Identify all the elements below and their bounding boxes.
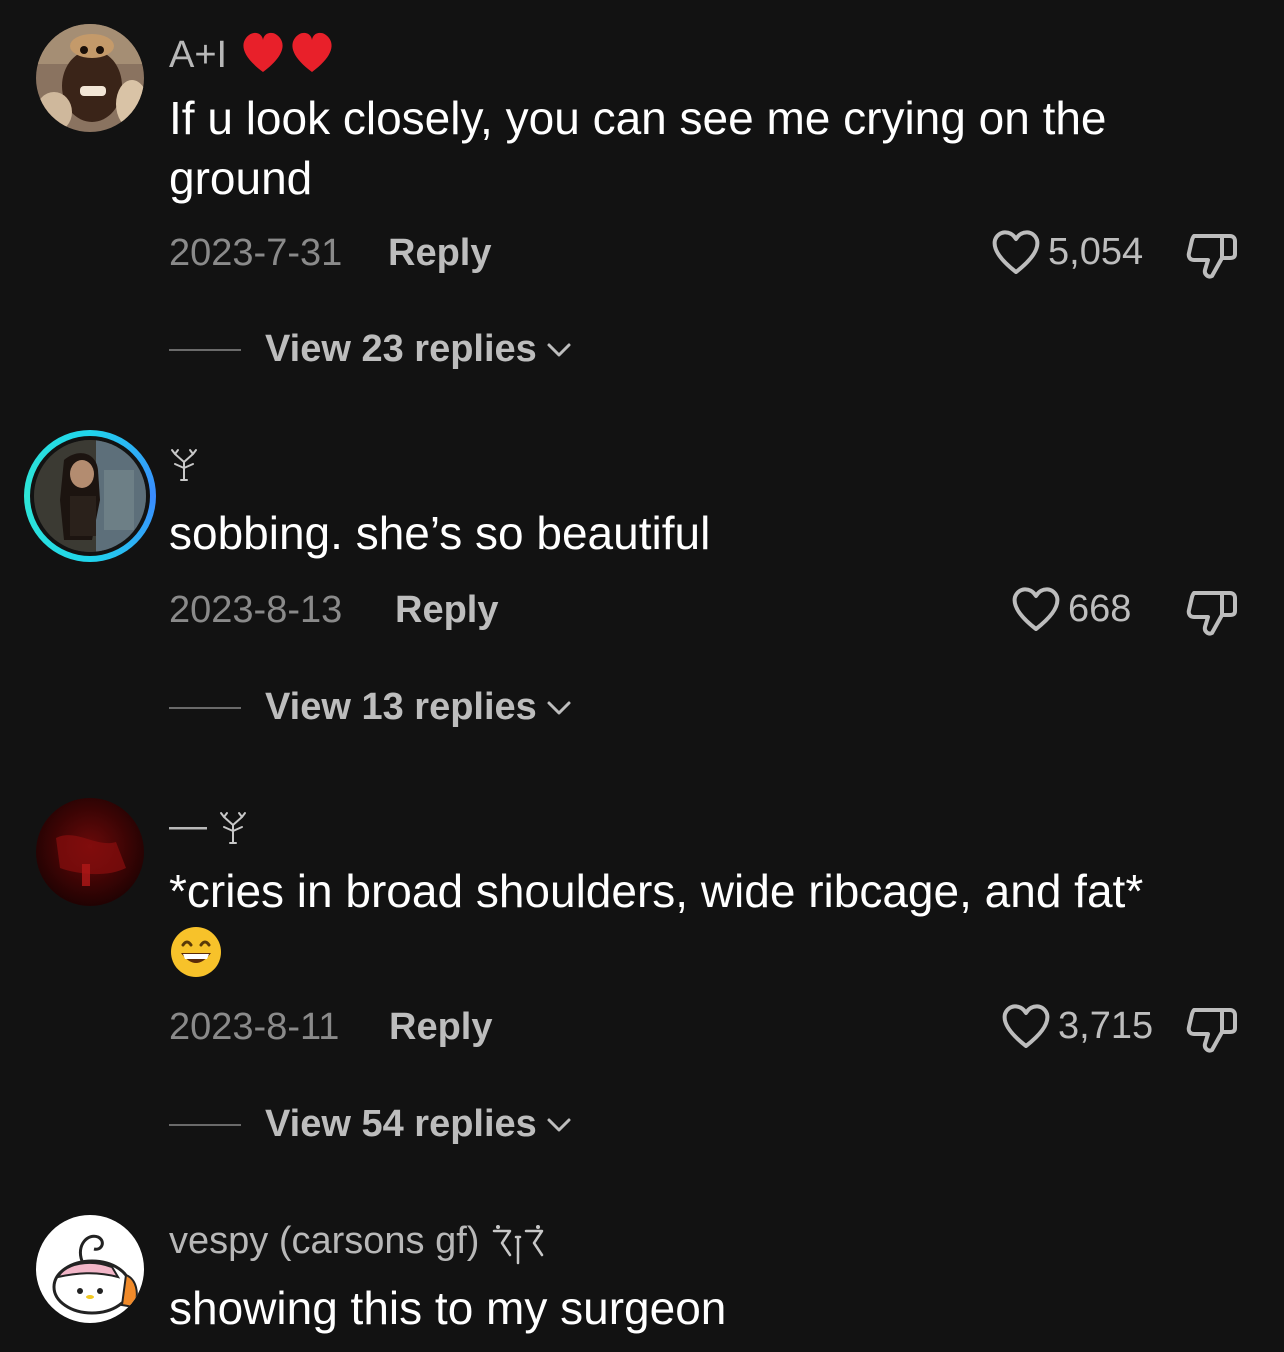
- bow-glyph-icon: [492, 1224, 544, 1265]
- reply-button[interactable]: Reply: [395, 589, 498, 632]
- divider-line: [169, 1123, 241, 1126]
- like-count: 5,054: [1048, 230, 1144, 273]
- like-count: 668: [1068, 587, 1132, 630]
- like-button[interactable]: 5,054: [990, 228, 1143, 276]
- view-replies-label: View 23 replies: [265, 328, 537, 370]
- username[interactable]: A+I: [169, 34, 227, 76]
- avatar[interactable]: [36, 24, 144, 132]
- dislike-icon[interactable]: [1184, 230, 1240, 282]
- avatar[interactable]: [36, 798, 144, 906]
- chevron-down-icon: [547, 343, 571, 356]
- heart-emoji-icon: [238, 28, 338, 86]
- view-replies-label: View 13 replies: [265, 686, 537, 728]
- comment-text: sobbing. she’s so beautiful: [169, 507, 711, 559]
- dislike-icon[interactable]: [1184, 1004, 1240, 1056]
- avatar[interactable]: [36, 1215, 144, 1323]
- view-replies-button[interactable]: View 23 replies: [169, 328, 573, 371]
- comment-text-body: *cries in broad shoulders, wide ribcage,…: [169, 865, 1144, 917]
- heart-icon: [1002, 1004, 1050, 1048]
- divider-line: [169, 348, 241, 351]
- username[interactable]: —: [169, 805, 207, 847]
- comment-date: 2023-8-11: [169, 1006, 340, 1048]
- avatar[interactable]: [24, 430, 156, 562]
- view-replies-label: View 54 replies: [265, 1103, 537, 1145]
- view-replies-button[interactable]: View 13 replies: [169, 686, 573, 729]
- chevron-down-icon: [547, 1118, 571, 1131]
- like-button[interactable]: 668: [1010, 585, 1131, 633]
- comment-text: If u look closely, you can see me crying…: [169, 92, 1107, 204]
- like-button[interactable]: 3,715: [1000, 1002, 1153, 1050]
- like-count: 3,715: [1058, 1004, 1154, 1047]
- dislike-icon[interactable]: [1184, 587, 1240, 639]
- tree-glyph-icon: [171, 449, 197, 481]
- heart-icon: [992, 230, 1040, 274]
- heart-icon: [1012, 587, 1060, 631]
- comment-text: *cries in broad shoulders, wide ribcage,…: [169, 861, 1209, 993]
- comment-text: showing this to my surgeon: [169, 1282, 727, 1334]
- view-replies-button[interactable]: View 54 replies: [169, 1103, 573, 1146]
- chevron-down-icon: [547, 701, 571, 714]
- grinning-face-emoji-icon: [171, 927, 221, 977]
- tree-glyph-icon: [219, 811, 246, 844]
- comment-date: 2023-8-13: [169, 589, 343, 631]
- username[interactable]: vespy (carsons gf): [169, 1220, 479, 1262]
- comment-date: 2023-7-31: [169, 232, 343, 274]
- divider-line: [169, 706, 241, 709]
- reply-button[interactable]: Reply: [389, 1006, 492, 1049]
- reply-button[interactable]: Reply: [388, 232, 491, 275]
